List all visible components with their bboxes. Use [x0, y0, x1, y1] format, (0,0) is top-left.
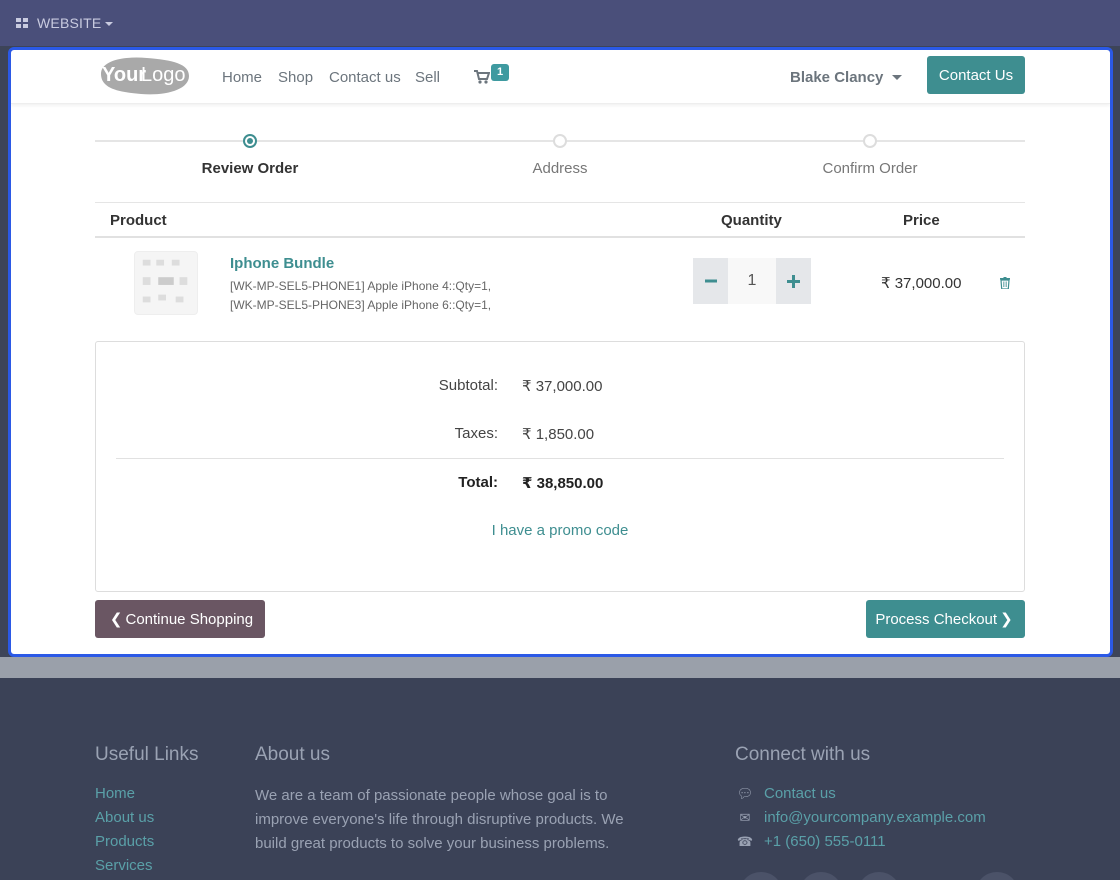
subtotal-label: Subtotal: — [438, 377, 498, 394]
caret-down-icon — [892, 75, 903, 80]
footer-about-text: We are a team of passionate people whose… — [255, 787, 624, 852]
taxes-label: Taxes: — [454, 425, 498, 442]
phone-icon: ☎︎ — [736, 833, 754, 849]
product-thumbnail[interactable] — [134, 251, 198, 315]
total-value: ₹ 38,850.00 — [522, 475, 604, 492]
nav-home[interactable]: Home — [222, 69, 262, 86]
summary-divider — [116, 458, 1004, 459]
process-checkout-label: Process Checkout — [875, 610, 998, 628]
social-button[interactable] — [975, 872, 1019, 880]
trash-icon[interactable] — [1000, 277, 1010, 289]
minus-icon — [704, 279, 717, 283]
social-button[interactable] — [857, 872, 901, 880]
chevron-left-icon: ❮ — [109, 611, 123, 628]
footer-link-services[interactable]: Services — [95, 857, 153, 874]
step-label-confirm-order: Confirm Order — [822, 160, 918, 177]
process-checkout-button[interactable]: Process Checkout ❯ — [866, 600, 1025, 638]
step-dot-address — [553, 134, 567, 148]
taxes-value: ₹ 1,850.00 — [522, 426, 595, 443]
step-label-review-order: Review Order — [201, 160, 299, 177]
footer-about-title: About us — [255, 744, 330, 765]
promo-code-link[interactable]: I have a promo code — [96, 522, 1024, 539]
main-frame: Your Logo Home Shop Contact us Sell 1 Bl… — [8, 47, 1113, 657]
footer-link-home[interactable]: Home — [95, 785, 135, 802]
caret-down-icon — [105, 22, 114, 26]
footer-contact-us-link: Contact us — [764, 785, 836, 802]
plus-icon — [787, 274, 800, 288]
user-menu[interactable]: Blake Clancy — [790, 69, 903, 86]
footer-link-products[interactable]: Products — [95, 833, 154, 850]
company-logo[interactable]: Your Logo — [95, 54, 191, 96]
quantity-input[interactable]: 1 — [728, 258, 776, 304]
social-button[interactable] — [739, 872, 783, 880]
page-background-band — [0, 657, 1120, 678]
envelope-icon: ✉︎ — [739, 809, 751, 825]
product-variant-line: [WK-MP-SEL5-PHONE3] Apple iPhone 6::Qty=… — [230, 298, 492, 312]
admin-bar: WEBSITE — [0, 0, 1120, 46]
logo-text-logo: Logo — [141, 64, 186, 86]
shopping-cart-icon — [474, 70, 490, 84]
footer-contact-item[interactable]: 💬︎ Contact us — [735, 785, 836, 802]
header-price: Price — [903, 212, 940, 229]
navbar: Your Logo Home Shop Contact us Sell 1 Bl… — [11, 50, 1110, 104]
social-button[interactable] — [799, 872, 843, 880]
product-name-link[interactable]: Iphone Bundle — [230, 255, 334, 272]
footer-link-about-us[interactable]: About us — [95, 809, 154, 826]
increase-quantity-button[interactable] — [776, 258, 811, 304]
cart-table-header: Product Quantity Price — [95, 202, 1025, 238]
contact-us-button[interactable]: Contact Us — [927, 56, 1025, 94]
nav-sell[interactable]: Sell — [415, 69, 440, 86]
order-summary: Subtotal: ₹ 37,000.00 Taxes: ₹ 1,850.00 … — [95, 341, 1025, 592]
nav-shop[interactable]: Shop — [278, 69, 313, 86]
website-menu-label: WEBSITE — [37, 15, 102, 31]
header-quantity: Quantity — [721, 212, 782, 229]
header-product: Product — [110, 212, 167, 229]
nav-contact-us[interactable]: Contact us — [329, 69, 401, 86]
quantity-stepper: 1 — [693, 258, 811, 304]
comment-icon: 💬︎ — [736, 785, 754, 801]
footer-useful-links-title: Useful Links — [95, 744, 199, 765]
footer: Useful Links Home About us Products Serv… — [0, 678, 1120, 880]
footer-connect-title: Connect with us — [735, 744, 871, 765]
footer-contact-item[interactable]: ✉︎ info@yourcompany.example.com — [735, 809, 986, 826]
continue-shopping-label: Continue Shopping — [125, 610, 254, 628]
line-price: ₹ 37,000.00 — [881, 275, 962, 292]
footer-email-link: info@yourcompany.example.com — [764, 809, 986, 826]
logo-text-your: Your — [102, 64, 146, 86]
product-variant-line: [WK-MP-SEL5-PHONE1] Apple iPhone 4::Qty=… — [230, 279, 492, 293]
step-dot-confirm-order — [863, 134, 877, 148]
continue-shopping-button[interactable]: ❮ Continue Shopping — [95, 600, 265, 638]
decrease-quantity-button[interactable] — [693, 258, 728, 304]
website-menu[interactable]: WEBSITE — [16, 15, 114, 31]
footer-phone-link: +1 (650) 555-0111 — [764, 833, 886, 850]
total-label: Total: — [458, 474, 498, 491]
subtotal-value: ₹ 37,000.00 — [522, 378, 603, 395]
footer-contact-item[interactable]: ☎︎ +1 (650) 555-0111 — [735, 833, 886, 850]
step-dot-review-order — [243, 134, 257, 148]
cart-count-badge: 1 — [491, 64, 509, 81]
user-name: Blake Clancy — [790, 69, 884, 86]
apps-grid-icon — [16, 17, 29, 29]
chevron-right-icon: ❯ — [1000, 611, 1013, 628]
step-label-address: Address — [532, 160, 588, 177]
